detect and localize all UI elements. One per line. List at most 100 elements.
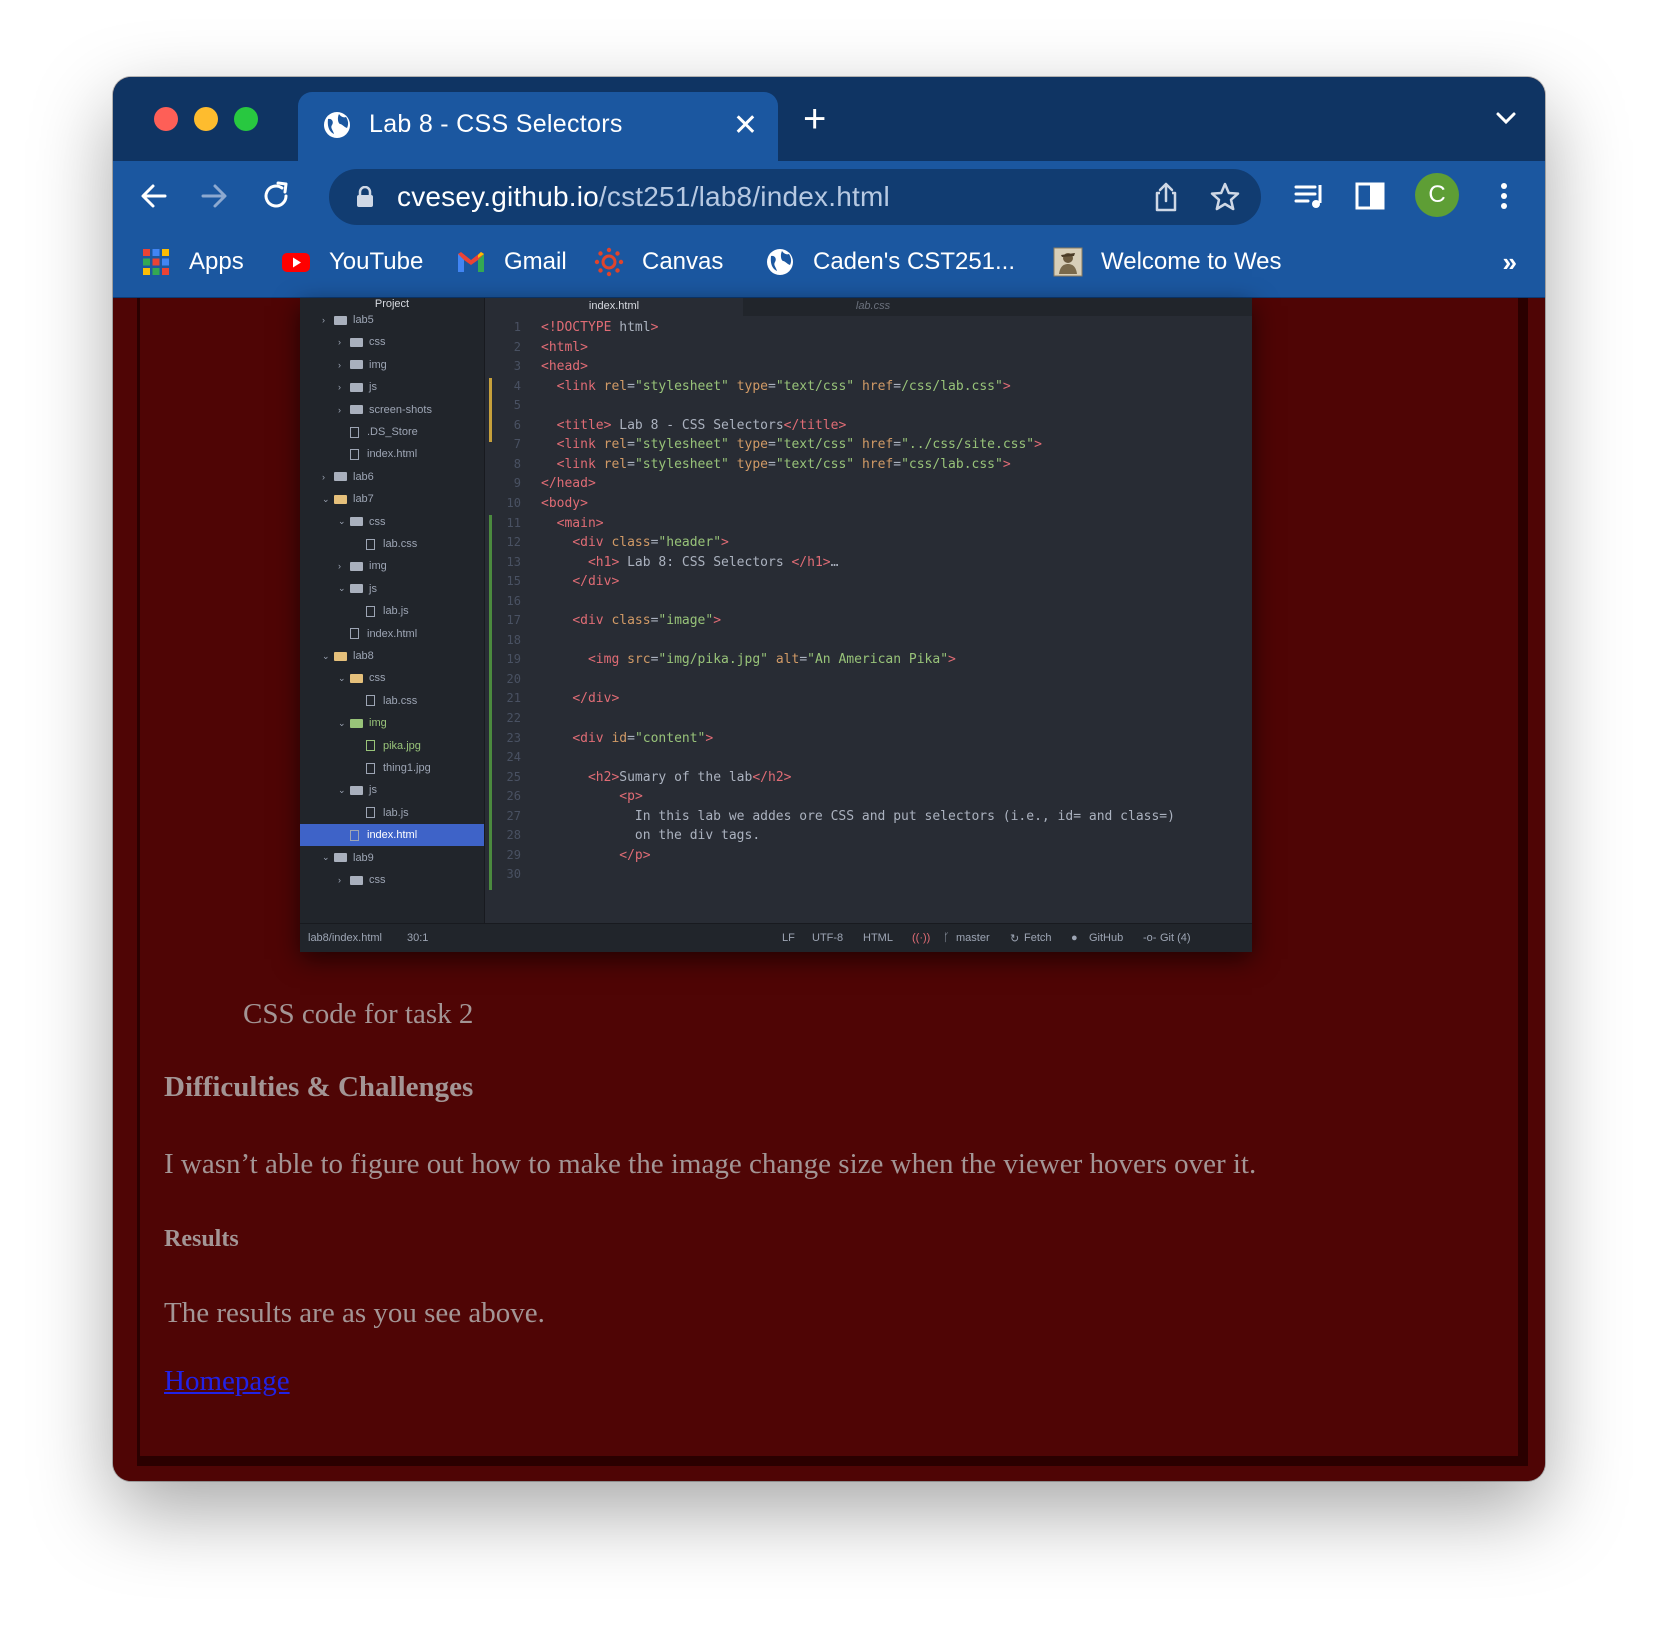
tree-item[interactable]: ⌄ css — [300, 511, 484, 533]
tree-item[interactable]: › js — [300, 376, 484, 398]
code-line[interactable]: <body> — [541, 496, 588, 511]
tree-item[interactable]: › img — [300, 354, 484, 376]
code-line[interactable]: <head> — [541, 359, 588, 374]
line-number: 5 — [513, 398, 521, 413]
line-number: 8 — [513, 456, 521, 471]
bookmark-canvas[interactable]: Canvas — [594, 245, 723, 279]
lock-icon[interactable] — [355, 186, 375, 208]
tab-close-icon[interactable]: ✕ — [733, 108, 758, 143]
chevron-down-icon[interactable]: ⌄ — [322, 852, 332, 863]
chevron-right-icon[interactable]: › — [338, 337, 348, 347]
chevron-right-icon[interactable]: › — [338, 382, 348, 392]
github-icon: ● — [1071, 932, 1078, 944]
tree-item[interactable]: › screen-shots — [300, 399, 484, 421]
tree-item[interactable]: lab.css — [300, 533, 484, 555]
line-number: 7 — [513, 437, 521, 452]
tree-item[interactable]: pika.jpg — [300, 735, 484, 757]
tree-item[interactable]: thing1.jpg — [300, 757, 484, 779]
side-panel-icon[interactable] — [1353, 179, 1387, 213]
tree-item[interactable]: › img — [300, 555, 484, 577]
homepage-link[interactable]: Homepage — [164, 1365, 290, 1398]
code-line[interactable]: <main> — [541, 516, 604, 531]
kebab-menu-icon[interactable] — [1487, 179, 1521, 213]
zoom-window-button[interactable] — [234, 107, 258, 131]
minimize-window-button[interactable] — [194, 107, 218, 131]
chevron-down-icon[interactable]: ⌄ — [338, 785, 348, 796]
code-line[interactable]: <p> — [541, 789, 642, 804]
tree-item[interactable]: › css — [300, 869, 484, 891]
code-line[interactable]: <link rel="stylesheet" type="text/css" h… — [541, 457, 1011, 472]
code-line[interactable]: <title> Lab 8 - CSS Selectors</title> — [541, 418, 847, 433]
back-arrow-icon[interactable] — [137, 179, 171, 213]
tree-item[interactable]: lab.js — [300, 802, 484, 824]
share-icon[interactable] — [1151, 181, 1181, 213]
code-line[interactable]: </div> — [541, 574, 619, 589]
chevron-down-icon[interactable]: ⌄ — [338, 583, 348, 594]
code-line[interactable]: </p> — [541, 848, 650, 863]
tab-search-chevron-icon[interactable] — [1495, 107, 1517, 129]
tree-item[interactable]: ⌄ lab7 — [300, 488, 484, 510]
profile-avatar[interactable]: C — [1415, 173, 1459, 217]
chevron-down-icon[interactable]: ⌄ — [322, 651, 332, 662]
code-line[interactable]: <div id="content"> — [541, 731, 713, 746]
tree-item[interactable]: index.html — [300, 824, 484, 847]
forward-arrow-icon[interactable] — [197, 179, 231, 213]
bookmark-youtube[interactable]: YouTube — [281, 245, 423, 279]
tree-item[interactable]: ⌄ lab9 — [300, 847, 484, 869]
code-line[interactable]: <link rel="stylesheet" type="text/css" h… — [541, 379, 1011, 394]
code-line[interactable]: <img src="img/pika.jpg" alt="An American… — [541, 652, 956, 667]
tab-active[interactable]: Lab 8 - CSS Selectors ✕ — [298, 92, 778, 161]
tree-item[interactable]: › lab5 — [300, 309, 484, 331]
bookmark-welcome-to-wes[interactable]: Welcome to Wes — [1053, 245, 1282, 279]
line-number: 18 — [506, 632, 521, 647]
code-line[interactable]: <link rel="stylesheet" type="text/css" h… — [541, 437, 1042, 452]
chevron-right-icon[interactable]: › — [322, 472, 332, 482]
reload-icon[interactable] — [259, 179, 293, 213]
tree-item[interactable]: ⌄ css — [300, 667, 484, 689]
code-line[interactable]: </head> — [541, 476, 596, 491]
chevron-right-icon[interactable]: › — [338, 360, 348, 370]
bookmark-star-icon[interactable] — [1209, 181, 1241, 213]
url-text[interactable]: cvesey.github.io/cst251/lab8/index.html — [397, 181, 890, 213]
code-line[interactable]: <div class="header"> — [541, 535, 729, 550]
tree-item-label: img — [369, 717, 387, 730]
code-line[interactable]: <div class="image"> — [541, 613, 721, 628]
more-bookmarks-button[interactable]: » — [1503, 247, 1517, 278]
tree-item[interactable]: ⌄ js — [300, 578, 484, 600]
tree-item[interactable]: .DS_Store — [300, 421, 484, 443]
tree-item[interactable]: ⌄ lab8 — [300, 645, 484, 667]
media-queue-icon[interactable] — [1293, 179, 1327, 213]
url-host: cvesey.github.io — [397, 181, 599, 212]
tree-item[interactable]: ⌄ img — [300, 712, 484, 734]
tree-item[interactable]: › css — [300, 331, 484, 353]
tree-item[interactable]: › lab6 — [300, 466, 484, 488]
tree-item[interactable]: lab.css — [300, 690, 484, 712]
chevron-right-icon[interactable]: › — [338, 405, 348, 415]
tree-item[interactable]: index.html — [300, 443, 484, 465]
line-number: 23 — [506, 730, 521, 745]
code-line[interactable]: <html> — [541, 340, 588, 355]
tree-item[interactable]: lab.js — [300, 600, 484, 622]
tree-item[interactable]: index.html — [300, 623, 484, 645]
bookmark-cadens-cst251[interactable]: Caden's CST251... — [765, 245, 1015, 279]
chevron-down-icon[interactable]: ⌄ — [338, 718, 348, 729]
code-line[interactable]: on the div tags. — [541, 828, 760, 843]
code-line[interactable]: <h2>Sumary of the lab</h2> — [541, 770, 792, 785]
code-line[interactable]: <h1> Lab 8: CSS Selectors </h1>… — [541, 555, 838, 570]
close-window-button[interactable] — [154, 107, 178, 131]
chevron-right-icon[interactable]: › — [322, 315, 332, 325]
code-line[interactable]: <!DOCTYPE html> — [541, 320, 658, 335]
code-line[interactable]: </div> — [541, 691, 619, 706]
chevron-right-icon[interactable]: › — [338, 561, 348, 571]
folder-icon — [350, 382, 363, 392]
chevron-down-icon[interactable]: ⌄ — [338, 516, 348, 527]
chevron-right-icon[interactable]: › — [338, 875, 348, 885]
tree-item[interactable]: ⌄ js — [300, 779, 484, 801]
address-bar[interactable]: cvesey.github.io/cst251/lab8/index.html — [329, 169, 1261, 225]
bookmark-gmail[interactable]: Gmail — [456, 245, 567, 279]
bookmark-apps[interactable]: Apps — [141, 245, 244, 279]
new-tab-button[interactable]: + — [803, 99, 826, 139]
code-line[interactable]: In this lab we addes ore CSS and put sel… — [541, 809, 1175, 824]
chevron-down-icon[interactable]: ⌄ — [322, 494, 332, 505]
chevron-down-icon[interactable]: ⌄ — [338, 673, 348, 684]
